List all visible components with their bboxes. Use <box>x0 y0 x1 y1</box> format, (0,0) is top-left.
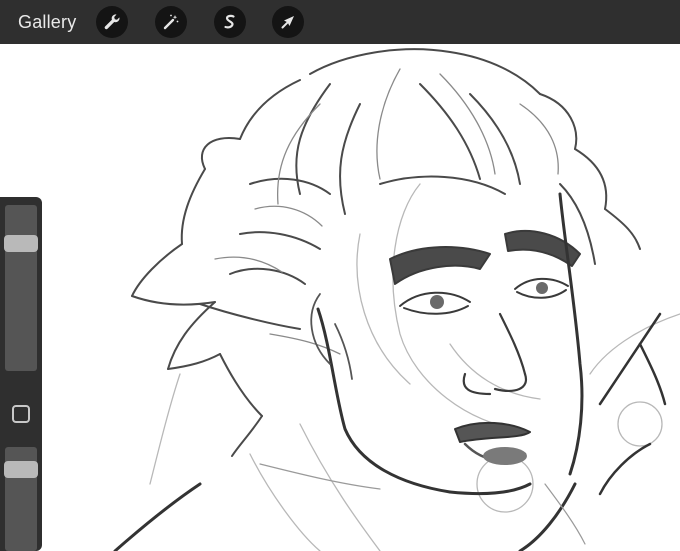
modify-button[interactable] <box>12 405 30 423</box>
brush-size-thumb[interactable] <box>4 235 38 252</box>
brush-size-slider[interactable] <box>4 205 38 371</box>
top-toolbar: Gallery <box>0 0 680 44</box>
wrench-icon <box>104 14 120 30</box>
selection-button[interactable] <box>214 6 246 38</box>
brush-opacity-slider[interactable] <box>4 447 38 551</box>
brush-sidebar <box>0 197 42 551</box>
adjustments-button[interactable] <box>155 6 187 38</box>
drawing-canvas[interactable] <box>0 44 680 551</box>
selection-s-icon <box>224 14 235 29</box>
actions-button[interactable] <box>96 6 128 38</box>
magic-wand-icon <box>163 14 179 30</box>
sketch-artwork <box>113 48 680 551</box>
gallery-button[interactable]: Gallery <box>18 12 76 33</box>
transform-button[interactable] <box>272 6 304 38</box>
brush-opacity-thumb[interactable] <box>4 461 38 478</box>
arrow-cursor-icon <box>281 16 294 29</box>
